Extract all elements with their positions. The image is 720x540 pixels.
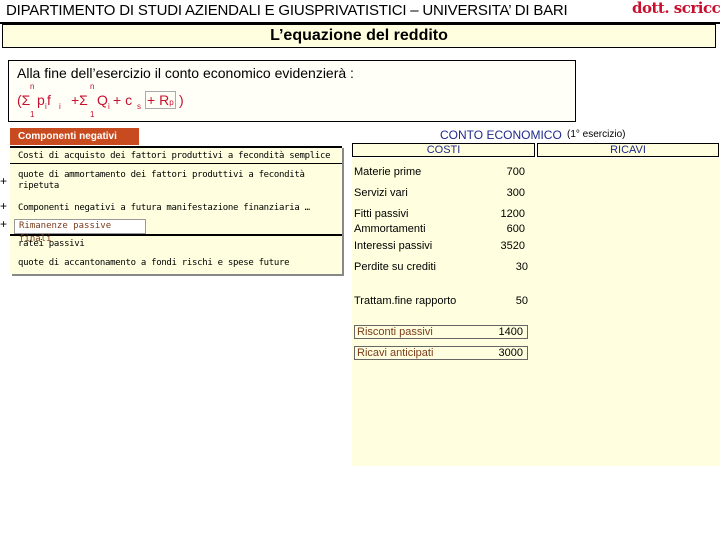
cost-item-label: Trattam.fine rapporto xyxy=(354,295,457,307)
sum-lower-index-1: 1 xyxy=(30,110,35,119)
income-formula: n 1 n 1 (Σ p i f i +Σ Q i + c s + Rp ) xyxy=(17,82,317,119)
department-header: DIPARTIMENTO DI STUDI AZIENDALI E GIUSPR… xyxy=(0,0,720,24)
cost-item-value: 30 xyxy=(515,261,528,273)
income-statement-title: CONTO ECONOMICO xyxy=(440,128,562,142)
negative-components-label: Componenti negativi xyxy=(10,128,139,145)
formula-plus-r-text: + R xyxy=(147,92,170,108)
cost-item-value: 50 xyxy=(515,295,528,307)
formula-intro: Alla fine dell’esercizio il conto econom… xyxy=(17,65,354,81)
row-depreciation: quote di ammortamento dei fattori produt… xyxy=(18,170,305,191)
divider xyxy=(10,163,342,164)
cost-item-label: Ammortamenti xyxy=(354,223,426,235)
formula-open: (Σ xyxy=(17,92,31,108)
cost-item-value: 600 xyxy=(506,223,525,235)
row-future-negative: Componenti negativi a futura manifestazi… xyxy=(18,203,310,213)
row-provisions: quote di accantonamento a fondi rischi e… xyxy=(18,258,290,268)
negative-components-panel: Costi di acquisto dei fattori produttivi… xyxy=(10,146,342,274)
income-statement-header: CONTO ECONOMICO (1° esercizio) COSTI RIC… xyxy=(352,126,720,158)
formula-box: Alla fine dell’esercizio il conto econom… xyxy=(8,60,576,122)
cost-item-value: 1200 xyxy=(500,208,525,220)
cost-item-label: Fitti passivi xyxy=(354,208,409,220)
sum-upper-index-2: n xyxy=(90,82,95,91)
cost-item-label: Interessi passivi xyxy=(354,240,433,252)
formula-c-sub: s xyxy=(137,102,141,111)
formula-f: f xyxy=(47,92,51,108)
boxed-item-value: 3000 xyxy=(498,347,523,359)
cost-item-value: 700 xyxy=(506,166,525,178)
cost-item-value: 3520 xyxy=(500,240,525,252)
income-statement-period: (1° esercizio) xyxy=(567,129,626,140)
formula-close: ) xyxy=(179,92,184,108)
formula-q-sub: i xyxy=(108,102,110,111)
divider xyxy=(10,234,342,236)
plus-sign: + xyxy=(0,174,8,188)
revenues-column-header: RICAVI xyxy=(537,143,719,157)
sum-lower-index-2: 1 xyxy=(90,110,95,119)
closing-inventory-label: Rimanenze passive finali xyxy=(14,219,146,244)
formula-p: p xyxy=(37,92,45,108)
costs-column-header: COSTI xyxy=(352,143,535,157)
formula-f-sub: i xyxy=(59,102,61,111)
cost-item-label: Servizi vari xyxy=(354,187,408,199)
formula-plus-c: + c xyxy=(113,92,133,108)
formula-plus-r: + Rp xyxy=(145,91,176,109)
boxed-item-value: 1400 xyxy=(498,326,523,338)
deferred-income-row: Risconti passivi 1400 xyxy=(354,325,528,339)
plus-sign: + xyxy=(0,199,8,213)
row-purchase-costs: Costi di acquisto dei fattori produttivi… xyxy=(18,151,331,161)
sum-upper-index-1: n xyxy=(30,82,35,91)
author-logo: dott. scricco xyxy=(632,0,720,17)
slide-title: L’equazione del reddito xyxy=(2,24,716,48)
department-title: DIPARTIMENTO DI STUDI AZIENDALI E GIUSPR… xyxy=(6,2,568,19)
income-statement: CONTO ECONOMICO (1° esercizio) COSTI RIC… xyxy=(352,126,720,466)
formula-plus-sigma: +Σ xyxy=(71,92,88,108)
advance-revenue-row: Ricavi anticipati 3000 xyxy=(354,346,528,360)
cost-item-label: Perdite su crediti xyxy=(354,261,436,273)
boxed-item-label: Ricavi anticipati xyxy=(357,347,434,359)
cost-item-value: 300 xyxy=(506,187,525,199)
boxed-item-label: Risconti passivi xyxy=(357,326,433,338)
divider xyxy=(10,146,342,148)
cost-item-label: Materie prime xyxy=(354,166,422,178)
formula-q: Q xyxy=(97,92,108,108)
formula-r-sub: p xyxy=(169,98,174,107)
plus-sign: + xyxy=(0,217,8,231)
